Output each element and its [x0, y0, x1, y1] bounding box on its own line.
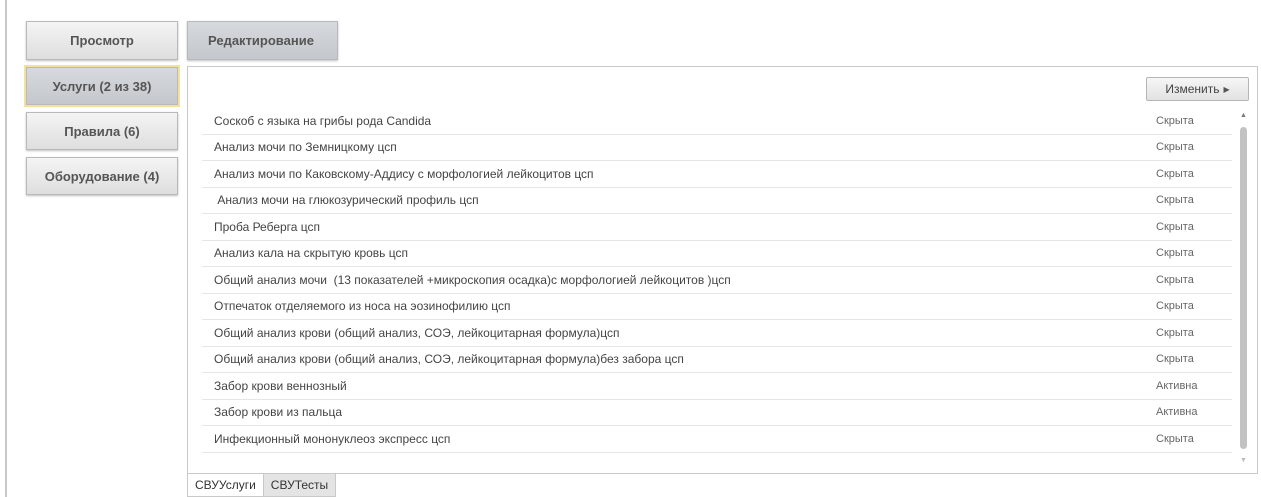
table-row[interactable]: Общий анализ крови (общий анализ, СОЭ, л… — [202, 347, 1232, 373]
scroll-down-arrow-icon[interactable]: ▼ — [1238, 456, 1249, 466]
service-name: Инфекционный мононуклеоз экспресс цсп — [214, 431, 451, 446]
sidebar-item-equipment[interactable]: Оборудование (4) — [26, 157, 178, 195]
service-name: Проба Реберга цсп — [214, 219, 321, 234]
table-row[interactable]: Общий анализ крови (общий анализ, СОЭ, л… — [202, 320, 1232, 347]
table-row[interactable]: Забор крови из пальца Активна — [202, 400, 1232, 426]
services-panel: Изменить ▶ Соскоб с языка на грибы рода … — [187, 66, 1258, 474]
service-name: Соскоб с языка на грибы рода Candida — [214, 113, 432, 128]
service-status: Скрыта — [1156, 141, 1194, 154]
service-name: Общий анализ крови (общий анализ, СОЭ, л… — [214, 352, 684, 367]
scroll-up-arrow-icon[interactable]: ▲ — [1238, 111, 1249, 121]
table-row[interactable]: Соскоб с языка на грибы рода Candida Скры… — [202, 108, 1232, 135]
service-name: Общий анализ крови (общий анализ, СОЭ, л… — [214, 325, 620, 340]
table-row[interactable]: Анализ мочи по Каковскому-Аддису с морфо… — [202, 161, 1232, 188]
table-row[interactable]: Инфекционный мононуклеоз экспресс цсп Скр… — [202, 426, 1232, 453]
service-name: Анализ мочи на глюкозурический профиль ц… — [214, 193, 479, 208]
tab-svu-tests[interactable]: СВУТесты — [262, 474, 337, 497]
view-mode-button[interactable]: Просмотр — [26, 21, 178, 60]
table-row[interactable]: Общий анализ мочи (13 показателей +микро… — [202, 267, 1232, 294]
table-row[interactable]: Анализ кала на скрытую кровь цсп Скрыта — [202, 241, 1232, 267]
service-name: Анализ мочи по Каковскому-Аддису с морфо… — [214, 166, 594, 181]
bottom-tab-bar: СВУУслуги СВУТесты — [187, 474, 337, 497]
table-row[interactable]: Отпечаток отделяемого из носа на эозиноф… — [202, 294, 1232, 320]
service-name: Общий анализ мочи (13 показателей +микро… — [214, 272, 731, 287]
table-row[interactable]: Проба Реберга цсп Скрыта — [202, 214, 1232, 241]
vertical-scrollbar[interactable]: ▲ ▼ — [1238, 111, 1249, 466]
service-status: Скрыта — [1156, 326, 1194, 339]
service-status: Активна — [1156, 406, 1198, 419]
service-status: Скрыта — [1156, 114, 1194, 127]
service-name: Анализ кала на скрытую кровь цсп — [214, 246, 408, 261]
play-arrow-icon: ▶ — [1223, 84, 1230, 94]
service-status: Скрыта — [1156, 273, 1194, 286]
table-row[interactable]: Анализ мочи по Земницкому цсп Скрыта — [202, 135, 1232, 161]
service-name: Забор крови из пальца — [214, 405, 342, 420]
service-name: Анализ мочи по Земницкому цсп — [214, 140, 397, 155]
change-button[interactable]: Изменить ▶ — [1146, 77, 1249, 101]
table-row[interactable]: Забор крови веннозный Активна — [202, 373, 1232, 400]
service-status: Скрыта — [1156, 432, 1194, 445]
table-row[interactable]: Анализ мочи на глюкозурический профиль ц… — [202, 188, 1232, 214]
services-list: Соскоб с языка на грибы рода Candida Скры… — [202, 108, 1232, 453]
change-button-label: Изменить — [1165, 82, 1220, 96]
sidebar-item-rules[interactable]: Правила (6) — [26, 112, 178, 150]
service-name: Отпечаток отделяемого из носа на эозиноф… — [214, 299, 511, 314]
service-status: Скрыта — [1156, 194, 1194, 207]
service-status: Активна — [1156, 379, 1198, 392]
sidebar-item-services[interactable]: Услуги (2 из 38) — [24, 65, 180, 107]
tab-svu-services[interactable]: СВУУслуги — [187, 474, 264, 497]
service-status: Скрыта — [1156, 167, 1194, 180]
scroll-thumb[interactable] — [1240, 127, 1247, 449]
service-status: Скрыта — [1156, 247, 1194, 260]
service-status: Скрыта — [1156, 353, 1194, 366]
window-edge-divider — [5, 0, 7, 497]
service-status: Скрыта — [1156, 220, 1194, 233]
edit-mode-button[interactable]: Редактирование — [187, 21, 338, 60]
service-name: Забор крови веннозный — [214, 378, 347, 393]
service-status: Скрыта — [1156, 300, 1194, 313]
